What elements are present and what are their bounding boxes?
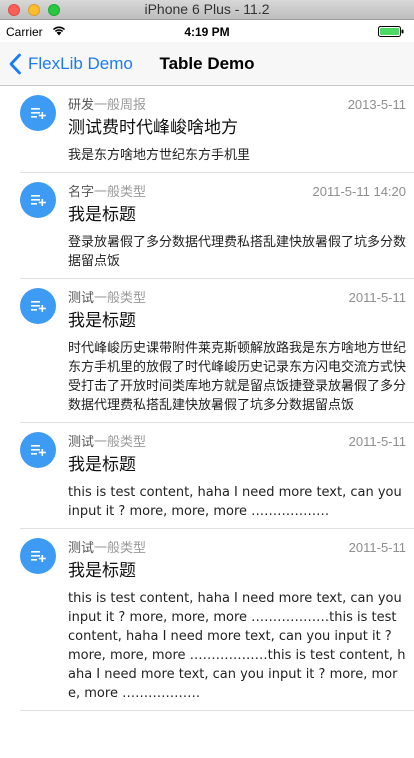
row-category-group: 测试一般类型 xyxy=(68,287,146,306)
row-category-group: 研发一般周报 xyxy=(68,94,146,113)
row-category: 测试 xyxy=(68,435,95,450)
row-category-group: 测试一般类型 xyxy=(68,537,146,556)
row-title: 我是标题 xyxy=(68,311,136,331)
row-category-group: 测试一般类型 xyxy=(68,431,146,450)
note-add-icon xyxy=(20,95,56,131)
battery-icon xyxy=(378,26,404,37)
row-date: 2011-5-11 xyxy=(348,434,406,449)
row-title: 我是标题 xyxy=(68,455,136,475)
row-content: 登录放暑假了多分数据代理费私搭乱建快放暑假了坑多分数据留点饭 xyxy=(68,235,407,269)
row-title: 我是标题 xyxy=(68,561,136,581)
row-category: 名字 xyxy=(68,185,95,200)
simulator-title-bar: iPhone 6 Plus - 11.2 xyxy=(0,0,414,20)
row-type: 一般类型 xyxy=(94,185,147,200)
row-category-group: 名字一般类型 xyxy=(68,181,146,200)
navigation-bar: FlexLib Demo Table Demo xyxy=(0,42,414,86)
status-bar: Carrier 4:19 PM xyxy=(0,20,414,42)
note-add-icon xyxy=(20,182,56,218)
page-title: Table Demo xyxy=(159,54,255,73)
row-type: 一般类型 xyxy=(94,291,147,306)
row-type: 一般类型 xyxy=(94,541,147,556)
clock: 4:19 PM xyxy=(184,25,230,39)
table-row[interactable]: 名字一般类型 2011-5-11 14:20 我是标题 登录放暑假了多分数据代理… xyxy=(20,173,414,279)
row-category: 研发 xyxy=(68,98,95,113)
window-title: iPhone 6 Plus - 11.2 xyxy=(144,1,270,17)
note-add-icon xyxy=(20,288,56,324)
row-content: this is test content, haha I need more t… xyxy=(68,485,402,519)
table-row[interactable]: 测试一般类型 2011-5-11 我是标题 时代峰峻历史课带附件莱克斯顿解放路我… xyxy=(20,279,414,423)
row-content: this is test content, haha I need more t… xyxy=(68,591,406,701)
row-category: 测试 xyxy=(68,291,95,306)
note-add-icon xyxy=(20,538,56,574)
row-content: 我是东方啥地方世纪东方手机里 xyxy=(68,148,251,163)
row-title: 测试费时代峰峻啥地方 xyxy=(68,118,238,138)
table-row[interactable]: 测试一般类型 2011-5-11 我是标题 this is test conte… xyxy=(20,529,414,711)
row-category: 测试 xyxy=(68,541,95,556)
row-content: 时代峰峻历史课带附件莱克斯顿解放路我是东方啥地方世纪东方手机里的放假了时代峰峻历… xyxy=(68,341,407,413)
row-type: 一般周报 xyxy=(94,98,147,113)
row-date: 2013-5-11 xyxy=(347,97,406,112)
row-date: 2011-5-11 xyxy=(348,290,406,305)
table-view[interactable]: 研发一般周报 2013-5-11 测试费时代峰峻啥地方 我是东方啥地方世纪东方手… xyxy=(0,86,414,711)
row-title: 我是标题 xyxy=(68,205,136,225)
row-date: 2011-5-11 14:20 xyxy=(312,184,406,199)
row-type: 一般类型 xyxy=(94,435,147,450)
table-row[interactable]: 测试一般类型 2011-5-11 我是标题 this is test conte… xyxy=(20,423,414,529)
table-row[interactable]: 研发一般周报 2013-5-11 测试费时代峰峻啥地方 我是东方啥地方世纪东方手… xyxy=(20,86,414,173)
row-date: 2011-5-11 xyxy=(348,540,406,555)
note-add-icon xyxy=(20,432,56,468)
